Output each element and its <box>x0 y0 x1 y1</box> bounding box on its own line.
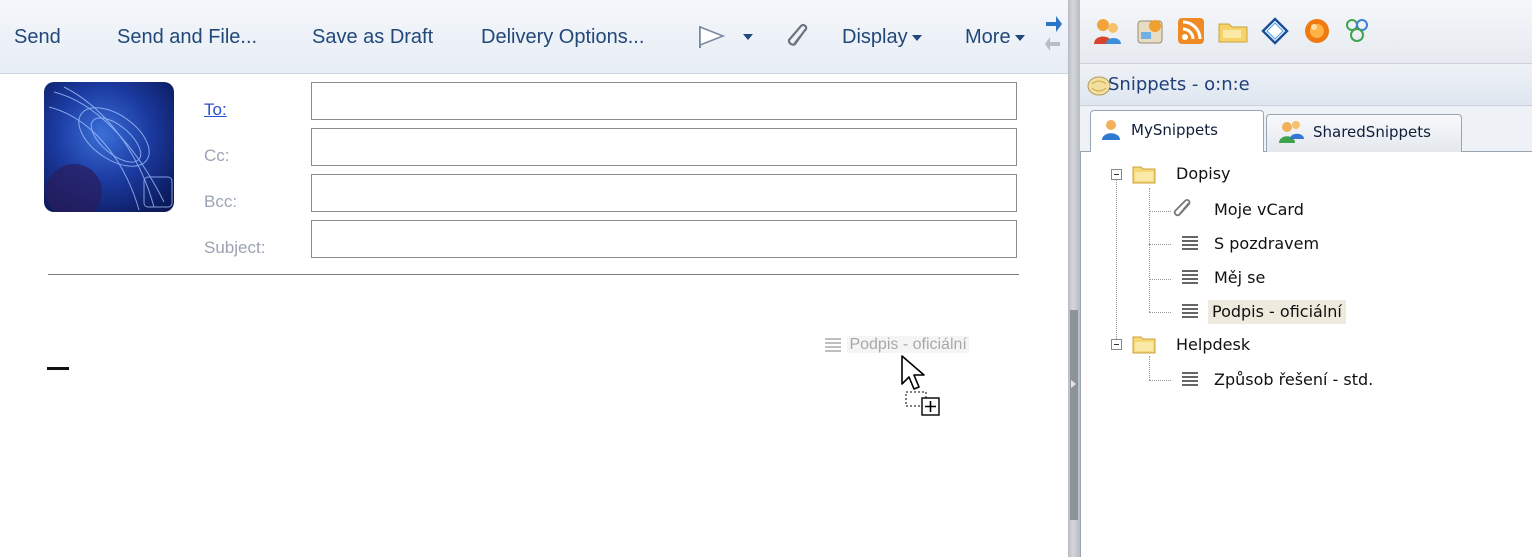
day-at-glance-button[interactable] <box>1135 16 1165 51</box>
people-icon <box>1346 19 1368 42</box>
tree-line <box>1149 244 1171 245</box>
folder-icon <box>1218 23 1248 43</box>
splitter-arrow-icon <box>1071 380 1076 388</box>
sender-avatar <box>44 82 174 212</box>
contacts-button[interactable] <box>1092 16 1122 51</box>
text-lines-icon <box>1181 370 1199 393</box>
tree-line <box>1149 312 1171 313</box>
attach-button[interactable] <box>786 22 812 57</box>
rss-feed-icon <box>1178 18 1204 44</box>
text-caret <box>47 367 69 370</box>
subject-label: Subject: <box>204 238 266 257</box>
text-lines-icon <box>1181 268 1199 291</box>
subject-field[interactable] <box>311 220 1017 258</box>
shared-users-icon <box>1277 119 1305 149</box>
cc-field[interactable] <box>311 128 1017 166</box>
folder-icon <box>1132 334 1156 359</box>
flag-icon <box>699 25 753 48</box>
collapse-toggle-helpdesk[interactable] <box>1111 339 1122 350</box>
bcc-field[interactable] <box>311 174 1017 212</box>
tab-sharedsnippets-label: SharedSnippets <box>1313 123 1431 141</box>
splitter-handle[interactable] <box>1070 310 1078 520</box>
sidebar-toolbar <box>1080 0 1532 64</box>
feeds-button[interactable] <box>1176 16 1206 51</box>
drag-preview-label: Podpis - oficiální <box>847 336 969 354</box>
tab-mysnippets-label: MySnippets <box>1131 121 1218 139</box>
tree-item-podpis-oficialni[interactable]: Podpis - oficiální <box>1208 300 1346 324</box>
tree-line <box>1149 188 1150 312</box>
tree-item-moje-vcard[interactable]: Moje vCard <box>1214 200 1304 219</box>
avatar-art-icon <box>46 86 173 212</box>
tree-line <box>1149 356 1150 380</box>
user-icon <box>1099 117 1123 145</box>
tree-line <box>1149 279 1171 280</box>
tree-line <box>1116 180 1117 345</box>
to-label-link[interactable]: To: <box>204 100 227 120</box>
text-lines-icon <box>825 338 841 352</box>
tab-mysnippets[interactable]: MySnippets <box>1090 110 1264 153</box>
send-and-file-button[interactable]: Send and File... <box>117 26 257 49</box>
tree-line <box>1149 211 1171 212</box>
arrows-icon <box>1045 16 1062 51</box>
more-menu-button[interactable]: More <box>965 26 1025 49</box>
status-button[interactable] <box>1302 16 1332 51</box>
activities-button[interactable] <box>1260 16 1290 51</box>
save-as-draft-button[interactable]: Save as Draft <box>312 26 433 49</box>
display-menu-button[interactable]: Display <box>842 26 922 49</box>
folder-icon <box>1132 164 1156 189</box>
diamond-icon <box>1261 17 1289 45</box>
delivery-options-button[interactable]: Delivery Options... <box>481 26 644 49</box>
send-button[interactable]: Send <box>14 26 61 49</box>
tab-sharedsnippets[interactable]: SharedSnippets <box>1266 114 1462 152</box>
compose-toolbar: Send Send and File... Save as Draft Deli… <box>0 0 1068 74</box>
compose-pane: Send Send and File... Save as Draft Deli… <box>0 0 1068 557</box>
paperclip-icon <box>1172 199 1194 226</box>
tree-folder-helpdesk[interactable]: Helpdesk <box>1176 335 1250 354</box>
flag-dropdown-button[interactable] <box>697 24 759 55</box>
contacts-icon <box>1094 19 1121 44</box>
tree-line <box>1149 380 1171 381</box>
paperclip-icon <box>787 24 808 46</box>
tree-item-zpusob-reseni[interactable]: Způsob řešení - std. <box>1214 370 1373 389</box>
community-button[interactable] <box>1342 16 1372 51</box>
cc-label: Cc: <box>204 146 230 165</box>
calendar-icon <box>1137 20 1163 44</box>
drag-preview: Podpis - oficiální <box>823 336 969 354</box>
more-label: More <box>965 26 1011 48</box>
tree-folder-dopisy[interactable]: Dopisy <box>1176 164 1231 183</box>
chevron-down-icon <box>1014 34 1025 41</box>
text-lines-icon <box>1181 302 1199 325</box>
to-field[interactable] <box>311 82 1017 120</box>
chevron-down-icon <box>911 34 922 41</box>
collapse-toggle-dopisy[interactable] <box>1111 169 1122 180</box>
snippets-sidebar: Snippets - o:n:e MySnippets SharedSnippe… <box>1080 0 1532 557</box>
display-label: Display <box>842 26 908 48</box>
mouse-pointer-icon <box>901 355 940 416</box>
toggle-pane-button[interactable] <box>1042 10 1064 61</box>
tree-item-s-pozdravem[interactable]: S pozdravem <box>1214 234 1319 253</box>
files-button[interactable] <box>1217 16 1249 51</box>
header-divider <box>48 274 1019 275</box>
tree-item-mej-se[interactable]: Měj se <box>1214 268 1265 287</box>
bcc-label: Bcc: <box>204 192 238 211</box>
status-icon <box>1305 19 1329 43</box>
drag-copy-cursor <box>898 354 950 425</box>
text-lines-icon <box>1181 234 1199 257</box>
snippets-title: Snippets - o:n:e <box>1108 74 1250 95</box>
